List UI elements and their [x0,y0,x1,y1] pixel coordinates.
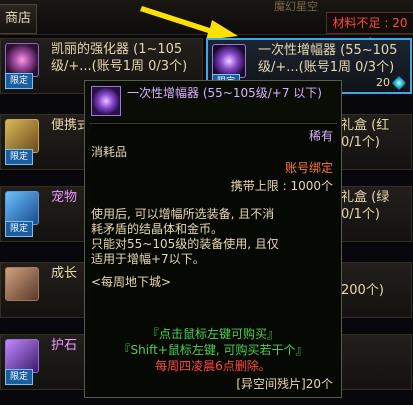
crystal-icon [391,75,407,91]
shop-item-row[interactable]: 成长 [0,262,90,318]
pet-item-icon [5,191,39,225]
amplifier-icon [212,44,246,78]
item-name: 护石 [51,338,78,353]
item-name: 礼盒 (绿 [341,190,390,205]
limited-badge: 限定 [5,73,33,89]
shop-item-row[interactable]: 礼盒 (红 0/1个) [336,114,412,170]
item-tooltip: 一次性增幅器 (55~105级/+7 以下) 稀有 消耗品 账号绑定 携带上限 … [84,80,342,398]
category-label: 消耗品 [91,145,128,159]
item-name: 宠物 [51,190,78,205]
highlight-arrow-icon [140,6,238,40]
limited-badge: 限定 [5,369,33,385]
shop-item-row[interactable] [336,334,412,390]
bind-label: 账号绑定 [284,161,333,175]
limited-badge: 限定 [5,221,33,237]
enhancer-icon [5,43,39,77]
item-name: 凯丽的强化器 (1~105 [51,42,183,57]
portable-item-icon [5,119,39,153]
limited-badge: 限定 [5,149,33,165]
shop-item-row[interactable]: 200个) [336,262,412,318]
item-detail: 级/+...(账号1周 0/3个) [258,60,395,75]
shop-item-row[interactable]: 限定 护石 [0,334,90,390]
growth-item-icon [5,267,39,301]
talisman-icon [5,339,39,373]
tooltip-divider [89,123,337,124]
item-price: 20 [376,75,407,91]
description-line: 只能对55~105级的装备使用, 且仅 [91,237,279,251]
weekly-dungeon-label: <每周地下城> [91,275,172,289]
tooltip-title: 一次性增幅器 (55~105级/+7 以下) [127,86,322,100]
shop-tab[interactable]: 商店 [0,4,37,34]
shop-item-row[interactable]: 限定 宠物 [0,186,90,242]
material-status: 材料不足 : 20个 [326,12,413,50]
description-line: 耗矛盾的结晶体和金币。 [91,222,224,236]
bulk-buy-hint: 『Shift+鼠标左键, 可购买若干个』 [118,343,308,357]
item-name: 礼盒 (红 [341,118,390,133]
shop-item-row[interactable]: 限定 便携式 [0,114,90,170]
description-line: 适用于增幅+7以下。 [91,252,205,266]
item-detail: 0/1个) [341,207,380,222]
item-detail: 级/+...(账号1周 0/3个) [51,59,188,74]
amplifier-icon [91,86,121,116]
carry-limit: 携带上限 : 1000个 [230,179,333,193]
item-name: 一次性增幅器 (55~105 [258,43,398,58]
buy-hint: 『点击鼠标左键可购买』 [146,327,279,341]
item-name: 成长 [51,266,78,281]
description-line: 使用后, 可以增幅所选装备, 且不消 [91,207,275,221]
rarity-label: 稀有 [308,129,333,143]
item-detail: 200个) [341,283,384,298]
shop-item-row[interactable]: 礼盒 (绿 0/1个) [336,186,412,242]
item-detail: 0/1个) [341,135,380,150]
cost-label: [异空间残片]20个 [236,377,333,391]
window-title: 魔幻星空 [274,0,318,12]
reset-notice: 每周四凌晨6点删除。 [155,359,271,373]
